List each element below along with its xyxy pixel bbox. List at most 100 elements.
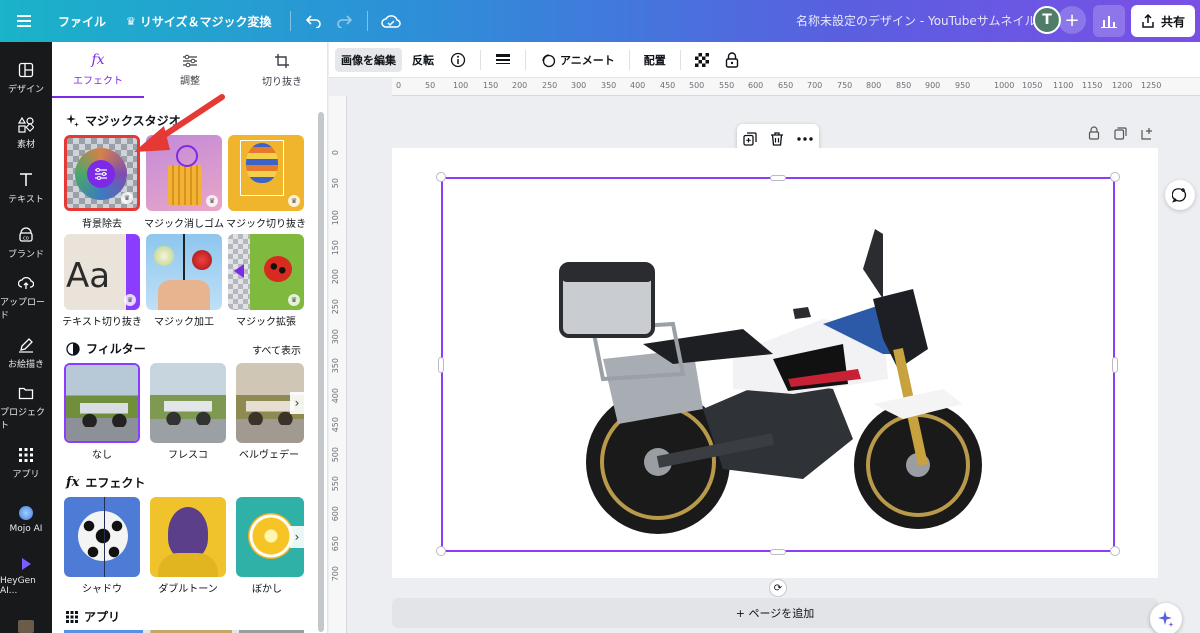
- cloud-save-button[interactable]: [376, 6, 406, 36]
- ruler-tick: 250: [542, 81, 558, 90]
- resize-handle-bottom-right[interactable]: [1110, 546, 1120, 556]
- rail-item-projects[interactable]: プロジェクト: [0, 382, 52, 434]
- document-title[interactable]: 名称未設定のデザイン - YouTubeサムネイル: [796, 12, 1037, 29]
- tab-crop[interactable]: 切り抜き: [236, 42, 327, 98]
- effects-heading: fx エフェクト: [66, 474, 145, 491]
- text-icon: [20, 172, 32, 186]
- delete-button[interactable]: [770, 132, 784, 146]
- button-label: 画像を編集: [341, 53, 396, 67]
- resize-handle-top-left[interactable]: [436, 172, 446, 182]
- layout-icon: [18, 62, 34, 77]
- menu-button[interactable]: [0, 0, 48, 42]
- crown-icon: ♛: [124, 294, 136, 306]
- resize-handle-bottom-left[interactable]: [436, 546, 446, 556]
- insights-button[interactable]: [1093, 5, 1125, 37]
- animate-button[interactable]: アニメート: [534, 48, 621, 72]
- tab-effects[interactable]: fx エフェクト: [52, 42, 144, 98]
- tile-magic-expand[interactable]: ♛: [228, 234, 304, 310]
- filters-next-button[interactable]: ›: [290, 392, 304, 414]
- tile-text-grab[interactable]: Aa ♛: [64, 234, 140, 310]
- ruler-tick: 100: [331, 210, 340, 226]
- page-lock-button[interactable]: [1085, 124, 1103, 142]
- eraser-circle: [176, 145, 198, 167]
- see-all-filters-link[interactable]: すべて表示: [252, 342, 301, 357]
- rotate-icon: ⟳: [773, 582, 783, 594]
- ruler-tick: 1050: [1022, 81, 1043, 90]
- rail-item-brand[interactable]: co ブランド: [0, 217, 52, 269]
- tile-effect-shadow[interactable]: [64, 497, 140, 577]
- user-thumbnail[interactable]: [18, 620, 34, 633]
- duplicate-button[interactable]: [743, 132, 757, 146]
- tile-filter-none[interactable]: [64, 363, 140, 443]
- resize-handle-top[interactable]: [770, 175, 786, 181]
- tab-adjust[interactable]: 調整: [144, 42, 236, 98]
- add-comment-button[interactable]: [1165, 180, 1195, 210]
- rotate-handle[interactable]: ⟳: [769, 579, 787, 597]
- rail-label: アップロード: [0, 298, 46, 321]
- ruler-tick: 0: [331, 150, 340, 156]
- rail-item-elements[interactable]: 素材: [0, 107, 52, 159]
- shirt-thumbnail: [158, 553, 218, 577]
- transparency-button[interactable]: [689, 48, 715, 72]
- resize-handle-right[interactable]: [1112, 357, 1118, 373]
- tile-label: マジック切り抜き: [226, 219, 306, 230]
- info-button[interactable]: [444, 48, 472, 72]
- rail-item-design[interactable]: デザイン: [0, 52, 52, 104]
- add-page-label: + ページを追加: [735, 607, 815, 620]
- rail-item-text[interactable]: テキスト: [0, 162, 52, 214]
- tile-magic-eraser[interactable]: ♛: [146, 135, 222, 211]
- sparkle-icon: [1158, 611, 1174, 627]
- heygen-icon: [22, 558, 31, 570]
- resize-button[interactable]: ♛ リサイズ＆マジック変換: [116, 13, 282, 30]
- selection-frame: [441, 177, 1115, 552]
- magic-studio-heading: マジックスタジオ: [66, 112, 181, 129]
- invite-button[interactable]: +: [1058, 6, 1086, 34]
- rail-item-mojo-ai[interactable]: Mojo AI: [0, 494, 52, 546]
- edit-image-button[interactable]: 画像を編集: [335, 47, 402, 72]
- avatar[interactable]: T: [1033, 6, 1061, 34]
- divider: [289, 11, 291, 31]
- ruler-tick: 350: [601, 81, 617, 90]
- file-menu-label: ファイル: [58, 14, 107, 29]
- rose-thumbnail: [192, 250, 212, 270]
- checkerboard-icon: [694, 52, 709, 67]
- resize-handle-left[interactable]: [438, 357, 444, 373]
- ruler-tick: 950: [955, 81, 971, 90]
- lock-button[interactable]: [719, 48, 745, 72]
- divider: [679, 49, 681, 70]
- filter-icon: [66, 341, 80, 356]
- rail-item-heygen[interactable]: HeyGen AI...: [0, 550, 52, 602]
- ruler-tick: 800: [866, 81, 882, 90]
- tile-magic-edit[interactable]: [146, 234, 222, 310]
- tile-effect-duotone[interactable]: [150, 497, 226, 577]
- tile-filter-fresco[interactable]: [150, 363, 226, 443]
- redo-button[interactable]: [329, 6, 359, 36]
- undo-button[interactable]: [299, 6, 329, 36]
- rail-item-upload[interactable]: アップロード: [0, 272, 52, 324]
- resize-handle-bottom[interactable]: [770, 549, 786, 555]
- ruler-tick: 350: [331, 358, 340, 374]
- lemon-thumbnail: [248, 513, 294, 559]
- effects-next-button[interactable]: ›: [290, 526, 304, 548]
- redo-icon: [336, 15, 352, 28]
- flip-button[interactable]: 反転: [406, 48, 440, 72]
- rail-item-apps[interactable]: アプリ: [0, 437, 52, 489]
- magic-assistant-button[interactable]: [1150, 603, 1182, 633]
- share-button[interactable]: 共有: [1131, 5, 1195, 37]
- border-style-button[interactable]: [489, 48, 517, 72]
- panel-scrollbar[interactable]: [318, 112, 324, 632]
- rail-item-draw[interactable]: お絵描き: [0, 327, 52, 379]
- add-page-button[interactable]: + ページを追加: [392, 598, 1158, 628]
- hand-thumbnail: [158, 280, 210, 310]
- tile-magic-grab[interactable]: ♛: [228, 135, 304, 211]
- more-options-button[interactable]: [796, 137, 813, 141]
- position-button[interactable]: 配置: [638, 48, 672, 72]
- file-menu[interactable]: ファイル: [48, 13, 116, 30]
- tile-background-remover[interactable]: ♛: [64, 135, 140, 211]
- lock-icon: [1088, 126, 1100, 140]
- motorcycle-thumbnail: [80, 397, 128, 427]
- add-page-top-button[interactable]: [1138, 124, 1156, 142]
- resize-handle-top-right[interactable]: [1110, 172, 1120, 182]
- ruler-tick: 1200: [1112, 81, 1133, 90]
- page-duplicate-button[interactable]: [1111, 124, 1129, 142]
